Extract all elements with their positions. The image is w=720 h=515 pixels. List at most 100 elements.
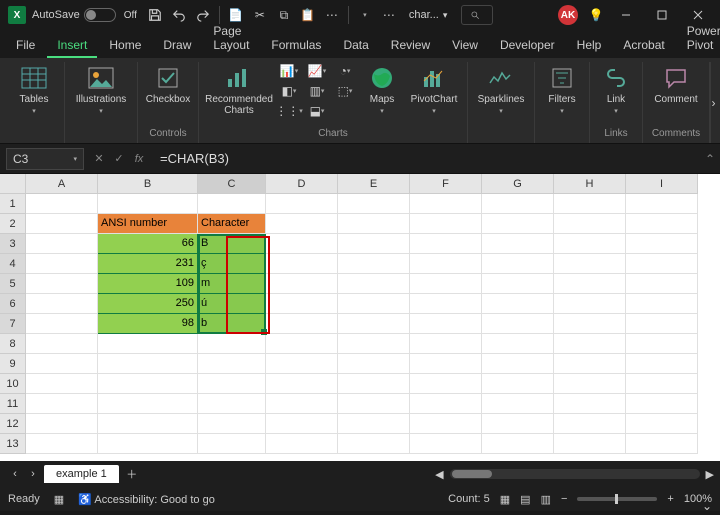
cell-A3[interactable] [26,234,98,254]
cell-B3[interactable]: 66 [98,234,198,254]
sheet-tab-active[interactable]: example 1 [44,465,119,483]
cell-E13[interactable] [338,434,410,454]
cell-H4[interactable] [554,254,626,274]
tables-button[interactable]: Tables▾ [10,62,58,117]
row-header-7[interactable]: 7 [0,314,26,334]
qat-more-icon[interactable]: ⋯ [320,3,344,27]
row-header-10[interactable]: 10 [0,374,26,394]
cell-G7[interactable] [482,314,554,334]
cell-C2[interactable]: Character [198,214,266,234]
cell-I4[interactable] [626,254,698,274]
pivotchart-button[interactable]: PivotChart▾ [407,62,461,117]
col-header-E[interactable]: E [338,174,410,194]
pie-chart-icon[interactable]: ◔▾ [333,62,357,80]
col-header-F[interactable]: F [410,174,482,194]
cell-B4[interactable]: 231 [98,254,198,274]
link-button[interactable]: Link▾ [596,62,636,117]
cell-C10[interactable] [198,374,266,394]
scroll-right-icon[interactable]: ▶ [706,468,714,481]
cell-E11[interactable] [338,394,410,414]
cell-B6[interactable]: 250 [98,294,198,314]
qat-dropdown-icon[interactable]: ▾ [353,3,377,27]
checkbox-button[interactable]: Checkbox [144,62,192,105]
cell-G8[interactable] [482,334,554,354]
cell-I10[interactable] [626,374,698,394]
cell-G9[interactable] [482,354,554,374]
cell-C11[interactable] [198,394,266,414]
worksheet-grid[interactable]: A B C D E F G H I 12345678910111213 ANSI… [0,174,720,461]
row-header-6[interactable]: 6 [0,294,26,314]
fx-icon[interactable]: fx [130,148,148,170]
cell-B12[interactable] [98,414,198,434]
status-macro-icon[interactable]: ▦ [54,493,64,506]
row-header-2[interactable]: 2 [0,214,26,234]
cell-F1[interactable] [410,194,482,214]
document-title[interactable]: char...▾ [409,9,448,21]
cell-F6[interactable] [410,294,482,314]
cell-B13[interactable] [98,434,198,454]
tab-formulas[interactable]: Formulas [261,34,331,58]
cell-F8[interactable] [410,334,482,354]
cell-I1[interactable] [626,194,698,214]
cell-A1[interactable] [26,194,98,214]
cell-I8[interactable] [626,334,698,354]
row-header-5[interactable]: 5 [0,274,26,294]
col-header-G[interactable]: G [482,174,554,194]
cell-G1[interactable] [482,194,554,214]
cell-C1[interactable] [198,194,266,214]
copy-icon[interactable]: ⧉ [272,3,296,27]
cell-B11[interactable] [98,394,198,414]
name-box[interactable]: C3▾ [6,148,84,170]
cancel-formula-icon[interactable]: ✕ [90,148,108,170]
cell-C7[interactable]: b [198,314,266,334]
row-header-1[interactable]: 1 [0,194,26,214]
minimize-button[interactable] [608,0,644,30]
tab-help[interactable]: Help [567,34,612,58]
tab-review[interactable]: Review [381,34,440,58]
cell-A9[interactable] [26,354,98,374]
cell-I11[interactable] [626,394,698,414]
cell-G3[interactable] [482,234,554,254]
hierarchy-chart-icon[interactable]: ◧▾ [277,82,301,100]
cell-C9[interactable] [198,354,266,374]
cell-I5[interactable] [626,274,698,294]
cell-I2[interactable] [626,214,698,234]
cell-G4[interactable] [482,254,554,274]
cell-E4[interactable] [338,254,410,274]
cell-A6[interactable] [26,294,98,314]
cell-D7[interactable] [266,314,338,334]
cell-G12[interactable] [482,414,554,434]
ribbon-overflow-button[interactable]: › [710,62,716,143]
cell-H1[interactable] [554,194,626,214]
col-header-H[interactable]: H [554,174,626,194]
cell-I12[interactable] [626,414,698,434]
cell-G11[interactable] [482,394,554,414]
undo-icon[interactable] [167,3,191,27]
cell-F3[interactable] [410,234,482,254]
cell-F13[interactable] [410,434,482,454]
illustrations-button[interactable]: Illustrations▾ [71,62,131,117]
cell-G6[interactable] [482,294,554,314]
sheet-nav-next[interactable]: › [24,468,42,480]
cell-D13[interactable] [266,434,338,454]
tab-developer[interactable]: Developer [490,34,565,58]
combo-chart-icon[interactable]: ⬓▾ [305,102,329,120]
cell-H9[interactable] [554,354,626,374]
tab-data[interactable]: Data [333,34,378,58]
cell-A4[interactable] [26,254,98,274]
sheet-nav-prev[interactable]: ‹ [6,468,24,480]
tab-file[interactable]: File [6,34,45,58]
row-header-12[interactable]: 12 [0,414,26,434]
tab-home[interactable]: Home [99,34,151,58]
scroll-left-icon[interactable]: ◀ [435,468,443,481]
cell-E1[interactable] [338,194,410,214]
maximize-button[interactable] [644,0,680,30]
col-header-D[interactable]: D [266,174,338,194]
cell-A8[interactable] [26,334,98,354]
cell-I6[interactable] [626,294,698,314]
cell-H3[interactable] [554,234,626,254]
cell-H12[interactable] [554,414,626,434]
cell-H2[interactable] [554,214,626,234]
cell-A7[interactable] [26,314,98,334]
cell-B10[interactable] [98,374,198,394]
